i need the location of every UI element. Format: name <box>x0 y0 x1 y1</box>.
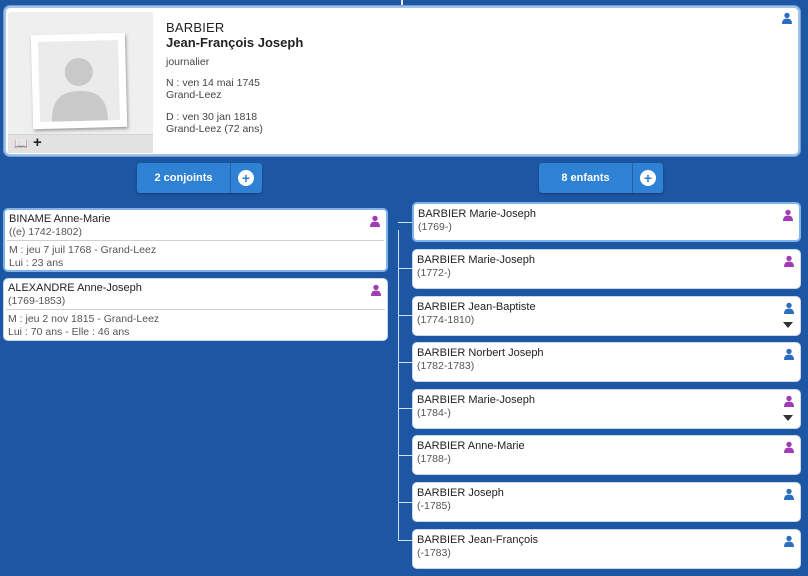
person-occupation: journalier <box>166 56 210 68</box>
female-person-icon <box>369 215 381 227</box>
silhouette-icon <box>52 58 109 122</box>
divider <box>7 240 384 241</box>
spouse-name: ALEXANDRE Anne-Joseph <box>8 282 142 294</box>
child-card[interactable]: BARBIER Marie-Joseph (1784-) <box>412 389 801 429</box>
death-date: D : ven 30 jan 1818 <box>166 111 258 123</box>
female-person-icon <box>783 395 795 407</box>
person-card[interactable]: 📖 + BARBIER Jean-François Joseph journal… <box>4 6 800 156</box>
add-child-button[interactable]: + <box>640 170 656 186</box>
connector-top <box>401 0 403 5</box>
male-person-icon <box>781 12 793 24</box>
connector-branch <box>398 455 412 456</box>
spouse-card[interactable]: BINAME Anne-Marie ((e) 1742-1802) M : je… <box>3 208 388 272</box>
person-given-names: Jean-François Joseph <box>166 35 304 50</box>
spouse-card[interactable]: ALEXANDRE Anne-Joseph (1769-1853) M : je… <box>3 278 388 341</box>
child-name: BARBIER Marie-Joseph <box>418 208 536 220</box>
connector-branch <box>398 222 412 223</box>
photo-panel: 📖 + <box>8 12 153 153</box>
birth-place: Grand-Leez <box>166 89 222 101</box>
child-name: BARBIER Jean-Baptiste <box>417 301 536 313</box>
marriage-ages: Lui : 23 ans <box>9 257 64 269</box>
child-dates: (1788-) <box>417 453 451 465</box>
marriage-ages: Lui : 70 ans - Elle : 46 ans <box>8 326 130 338</box>
child-dates: (-1785) <box>417 500 451 512</box>
spouse-dates: ((e) 1742-1802) <box>9 226 82 238</box>
add-spouse-button[interactable]: + <box>238 170 254 186</box>
child-name: BARBIER Marie-Joseph <box>417 254 535 266</box>
connector-branch <box>398 268 412 269</box>
spouse-dates: (1769-1853) <box>8 295 66 307</box>
male-person-icon <box>783 535 795 547</box>
spouse-name: BINAME Anne-Marie <box>9 213 111 225</box>
child-name: BARBIER Marie-Joseph <box>417 394 535 406</box>
child-name: BARBIER Joseph <box>417 487 504 499</box>
male-person-icon <box>783 348 795 360</box>
connector-branch <box>398 540 412 541</box>
children-button[interactable]: 8 enfants + <box>539 163 663 193</box>
child-card[interactable]: BARBIER Marie-Joseph (1772-) <box>412 249 801 289</box>
child-dates: (1772-) <box>417 267 451 279</box>
child-dates: (-1783) <box>417 547 451 559</box>
child-card[interactable]: BARBIER Anne-Marie (1788-) <box>412 435 801 475</box>
child-dates: (1782-1783) <box>417 360 475 372</box>
child-name: BARBIER Anne-Marie <box>417 440 525 452</box>
marriage-info: M : jeu 2 nov 1815 - Grand-Leez <box>8 313 160 325</box>
child-card[interactable]: BARBIER Jean-Baptiste (1774-1810) <box>412 296 801 336</box>
add-media-button[interactable]: + <box>33 135 42 151</box>
connector-branch <box>398 362 412 363</box>
child-name: BARBIER Jean-François <box>417 534 539 546</box>
person-info: BARBIER Jean-François Joseph journalier … <box>166 20 304 136</box>
birth-date: N : ven 14 mai 1745 <box>166 77 260 89</box>
children-button-label: 8 enfants <box>561 172 610 184</box>
divider <box>6 309 385 310</box>
female-person-icon <box>783 255 795 267</box>
child-dates: (1769-) <box>418 221 452 233</box>
child-name: BARBIER Norbert Joseph <box>417 347 544 359</box>
connector-branch <box>398 408 412 409</box>
spouses-button-label: 2 conjoints <box>154 172 213 184</box>
death-place: Grand-Leez (72 ans) <box>166 123 263 135</box>
child-card[interactable]: BARBIER Joseph (-1785) <box>412 482 801 522</box>
child-card[interactable]: BARBIER Jean-François (-1783) <box>412 529 801 569</box>
spouses-button[interactable]: 2 conjoints + <box>137 163 262 193</box>
photo-toolbar: 📖 + <box>8 134 153 153</box>
photo-placeholder[interactable] <box>30 32 128 130</box>
expand-arrow-icon[interactable] <box>783 415 793 421</box>
child-card[interactable]: BARBIER Marie-Joseph (1769-) <box>412 202 801 242</box>
connector-branch <box>398 315 412 316</box>
children-connector <box>398 230 399 541</box>
child-card[interactable]: BARBIER Norbert Joseph (1782-1783) <box>412 342 801 382</box>
expand-arrow-icon[interactable] <box>783 322 793 328</box>
female-person-icon <box>783 441 795 453</box>
child-dates: (1784-) <box>417 407 451 419</box>
male-person-icon <box>783 302 795 314</box>
marriage-info: M : jeu 7 juil 1768 - Grand-Leez <box>9 244 157 256</box>
female-person-icon <box>370 284 382 296</box>
person-surname: BARBIER <box>166 20 225 35</box>
male-person-icon <box>783 488 795 500</box>
book-icon[interactable]: 📖 <box>14 138 28 150</box>
connector-branch <box>398 502 412 503</box>
female-person-icon <box>782 209 794 221</box>
child-dates: (1774-1810) <box>417 314 475 326</box>
